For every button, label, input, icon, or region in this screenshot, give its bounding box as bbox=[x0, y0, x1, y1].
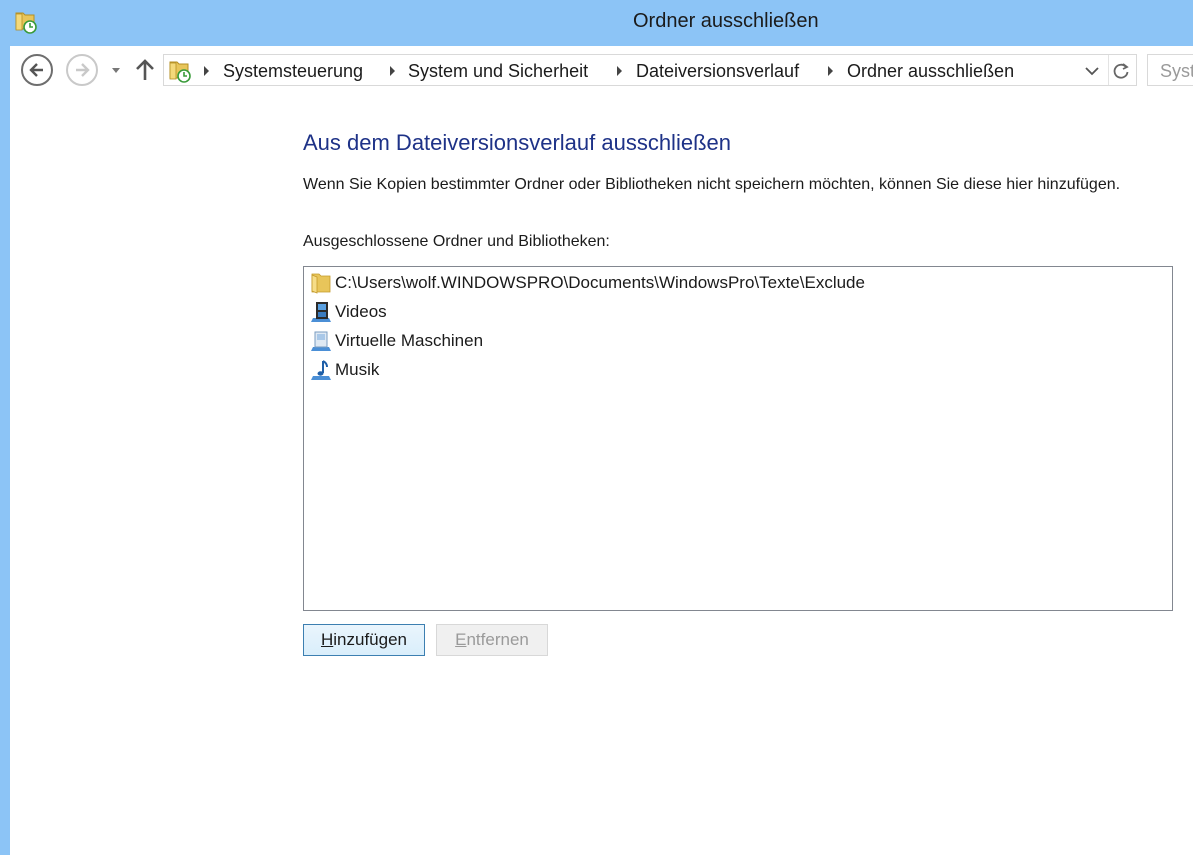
search-input[interactable]: Syst bbox=[1147, 54, 1193, 86]
library-icon bbox=[311, 331, 331, 351]
search-placeholder: Syst bbox=[1160, 61, 1193, 81]
remove-button-accesskey: E bbox=[455, 630, 467, 649]
add-button-label: inzufügen bbox=[333, 630, 407, 649]
chevron-down-icon[interactable] bbox=[110, 64, 122, 76]
address-bar[interactable]: Systemsteuerung System und Sicherheit Da… bbox=[163, 54, 1137, 86]
videos-library-icon bbox=[311, 302, 331, 322]
navigation-bar: Systemsteuerung System und Sicherheit Da… bbox=[10, 46, 1193, 94]
address-dropdown-icon[interactable] bbox=[1082, 63, 1102, 79]
music-library-icon bbox=[311, 360, 331, 380]
window-title: Ordner ausschließen bbox=[633, 10, 819, 32]
breadcrumb-item[interactable]: Dateiversionsverlauf bbox=[636, 61, 799, 82]
list-item-label: Videos bbox=[335, 302, 387, 321]
page-title: Aus dem Dateiversionsverlauf ausschließe… bbox=[303, 130, 731, 155]
breadcrumb-separator-icon[interactable] bbox=[390, 66, 395, 76]
up-arrow-icon[interactable] bbox=[134, 58, 156, 82]
remove-button[interactable]: Entfernen bbox=[436, 624, 548, 656]
excluded-list-label: Ausgeschlossene Ordner und Bibliotheken: bbox=[303, 233, 610, 250]
breadcrumb-item-current[interactable]: Ordner ausschließen bbox=[847, 61, 1014, 82]
back-button[interactable] bbox=[21, 54, 53, 86]
breadcrumb-separator-icon[interactable] bbox=[617, 66, 622, 76]
list-item-label: Musik bbox=[335, 360, 380, 379]
back-arrow-icon bbox=[29, 63, 43, 77]
file-history-folder-icon bbox=[15, 12, 37, 34]
list-item[interactable]: Virtuelle Maschinen bbox=[308, 327, 1168, 355]
add-button[interactable]: Hinzufügen bbox=[303, 624, 425, 656]
remove-button-label: ntfernen bbox=[466, 630, 529, 649]
list-item[interactable]: Videos bbox=[308, 298, 1168, 326]
list-item[interactable]: Musik bbox=[308, 356, 1168, 384]
title-bar: Ordner ausschließen bbox=[0, 0, 1193, 46]
breadcrumb-separator-icon[interactable] bbox=[204, 66, 209, 76]
address-divider bbox=[1108, 55, 1109, 85]
add-button-accesskey: H bbox=[320, 630, 334, 649]
breadcrumb-separator-icon[interactable] bbox=[828, 66, 833, 76]
folder-icon bbox=[311, 273, 331, 294]
breadcrumb-item[interactable]: System und Sicherheit bbox=[408, 61, 588, 82]
forward-arrow-icon bbox=[76, 63, 90, 77]
page-description: Wenn Sie Kopien bestimmter Ordner oder B… bbox=[303, 176, 1121, 193]
list-item-label: Virtuelle Maschinen bbox=[335, 331, 484, 350]
window-border bbox=[0, 0, 10, 855]
list-item[interactable]: C:\Users\wolf.WINDOWSPRO\Documents\Windo… bbox=[308, 269, 1168, 297]
forward-button[interactable] bbox=[66, 54, 98, 86]
refresh-icon[interactable] bbox=[1110, 60, 1132, 82]
list-item-label: C:\Users\wolf.WINDOWSPRO\Documents\Windo… bbox=[335, 273, 865, 292]
breadcrumb-item[interactable]: Systemsteuerung bbox=[223, 61, 363, 82]
excluded-folders-list[interactable]: C:\Users\wolf.WINDOWSPRO\Documents\Windo… bbox=[303, 266, 1173, 611]
file-history-folder-icon bbox=[169, 61, 191, 83]
